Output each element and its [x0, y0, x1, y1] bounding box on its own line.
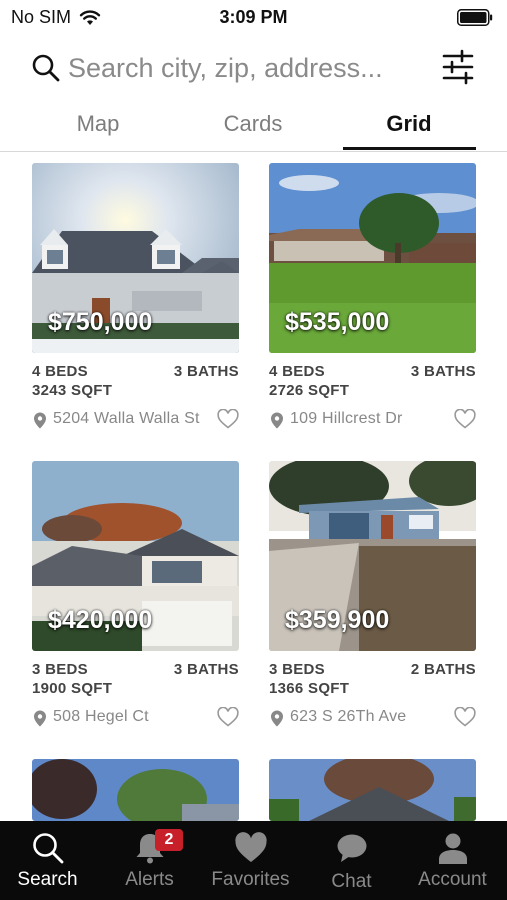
tab-bar-item-chat[interactable]: Chat — [301, 821, 402, 900]
listing-beds: 4 BEDS — [32, 363, 88, 380]
tab-bar-item-favorites[interactable]: Favorites — [200, 821, 301, 900]
tab-bar-label: Alerts — [125, 869, 174, 890]
heart-icon — [234, 832, 267, 862]
listing-address: 5204 Walla Walla St — [53, 410, 200, 427]
person-icon — [438, 833, 467, 864]
status-time: 3:09 PM — [219, 7, 288, 27]
tab-map[interactable]: Map — [31, 104, 165, 151]
listing-address-row: 623 S 26Th Ave — [269, 707, 476, 729]
listing-baths: 3 BATHS — [173, 363, 239, 380]
listing-beds: 3 BEDS — [269, 661, 325, 678]
listing-baths: 2 BATHS — [410, 661, 476, 678]
listing-card[interactable] — [32, 759, 239, 821]
listing-address-row: 5204 Walla Walla St — [32, 409, 239, 431]
listing-beds: 4 BEDS — [269, 363, 325, 380]
location-pin-icon — [271, 412, 283, 429]
search-icon — [32, 54, 60, 82]
favorite-heart-icon[interactable] — [454, 409, 476, 429]
tab-bar-label: Chat — [331, 871, 372, 892]
listing-photo[interactable] — [269, 759, 476, 821]
listing-sqft: 1900 SQFT — [32, 680, 113, 697]
battery-icon — [457, 9, 493, 26]
listing-address: 109 Hillcrest Dr — [290, 410, 403, 427]
filter-sliders-icon[interactable] — [440, 48, 476, 86]
listing-photo[interactable]: $535,000 — [269, 163, 476, 353]
listing-address: 623 S 26Th Ave — [290, 708, 407, 725]
listing-baths: 3 BATHS — [410, 363, 476, 380]
listing-card[interactable] — [269, 759, 476, 821]
chat-bubble-icon — [337, 834, 366, 862]
listing-photo[interactable]: $420,000 — [32, 461, 239, 651]
listing-price: $535,000 — [285, 308, 390, 336]
listing-beds: 3 BEDS — [32, 661, 88, 678]
bottom-tab-bar: Search 2 Alerts Favorites Chat Account — [0, 821, 507, 900]
tab-cards[interactable]: Cards — [186, 104, 320, 151]
tab-bar-label: Account — [418, 869, 487, 890]
tab-grid[interactable]: Grid — [342, 104, 476, 151]
view-tabs: Map Cards Grid — [0, 104, 507, 152]
search-input[interactable] — [68, 48, 428, 88]
listing-photo[interactable]: $750,000 — [32, 163, 239, 353]
listing-price: $359,900 — [285, 606, 390, 634]
listing-photo[interactable] — [32, 759, 239, 821]
listing-baths: 3 BATHS — [173, 661, 239, 678]
listing-address-row: 109 Hillcrest Dr — [269, 409, 476, 431]
location-pin-icon — [34, 710, 46, 727]
status-bar: No SIM 3:09 PM — [0, 0, 507, 34]
listing-sqft: 2726 SQFT — [269, 382, 350, 399]
listing-sqft: 1366 SQFT — [269, 680, 350, 697]
favorite-heart-icon[interactable] — [217, 409, 239, 429]
tab-bar-label: Favorites — [211, 869, 290, 890]
tab-bar-item-search[interactable]: Search — [0, 821, 98, 900]
active-tab-indicator — [343, 147, 476, 150]
tab-bar-item-alerts[interactable]: 2 Alerts — [99, 821, 200, 900]
tab-bar-item-account[interactable]: Account — [402, 821, 503, 900]
listing-photo[interactable]: $359,900 — [269, 461, 476, 651]
tab-bar-label: Search — [17, 869, 78, 890]
favorite-heart-icon[interactable] — [217, 707, 239, 727]
favorite-heart-icon[interactable] — [454, 707, 476, 727]
search-icon — [32, 833, 63, 864]
listing-address-row: 508 Hegel Ct — [32, 707, 239, 729]
location-pin-icon — [34, 412, 46, 429]
listing-price: $420,000 — [48, 606, 153, 634]
listing-address: 508 Hegel Ct — [53, 708, 149, 725]
listing-sqft: 3243 SQFT — [32, 382, 113, 399]
listing-price: $750,000 — [48, 308, 153, 336]
alerts-count-badge: 2 — [155, 829, 183, 851]
location-pin-icon — [271, 710, 283, 727]
search-bar — [0, 44, 507, 92]
